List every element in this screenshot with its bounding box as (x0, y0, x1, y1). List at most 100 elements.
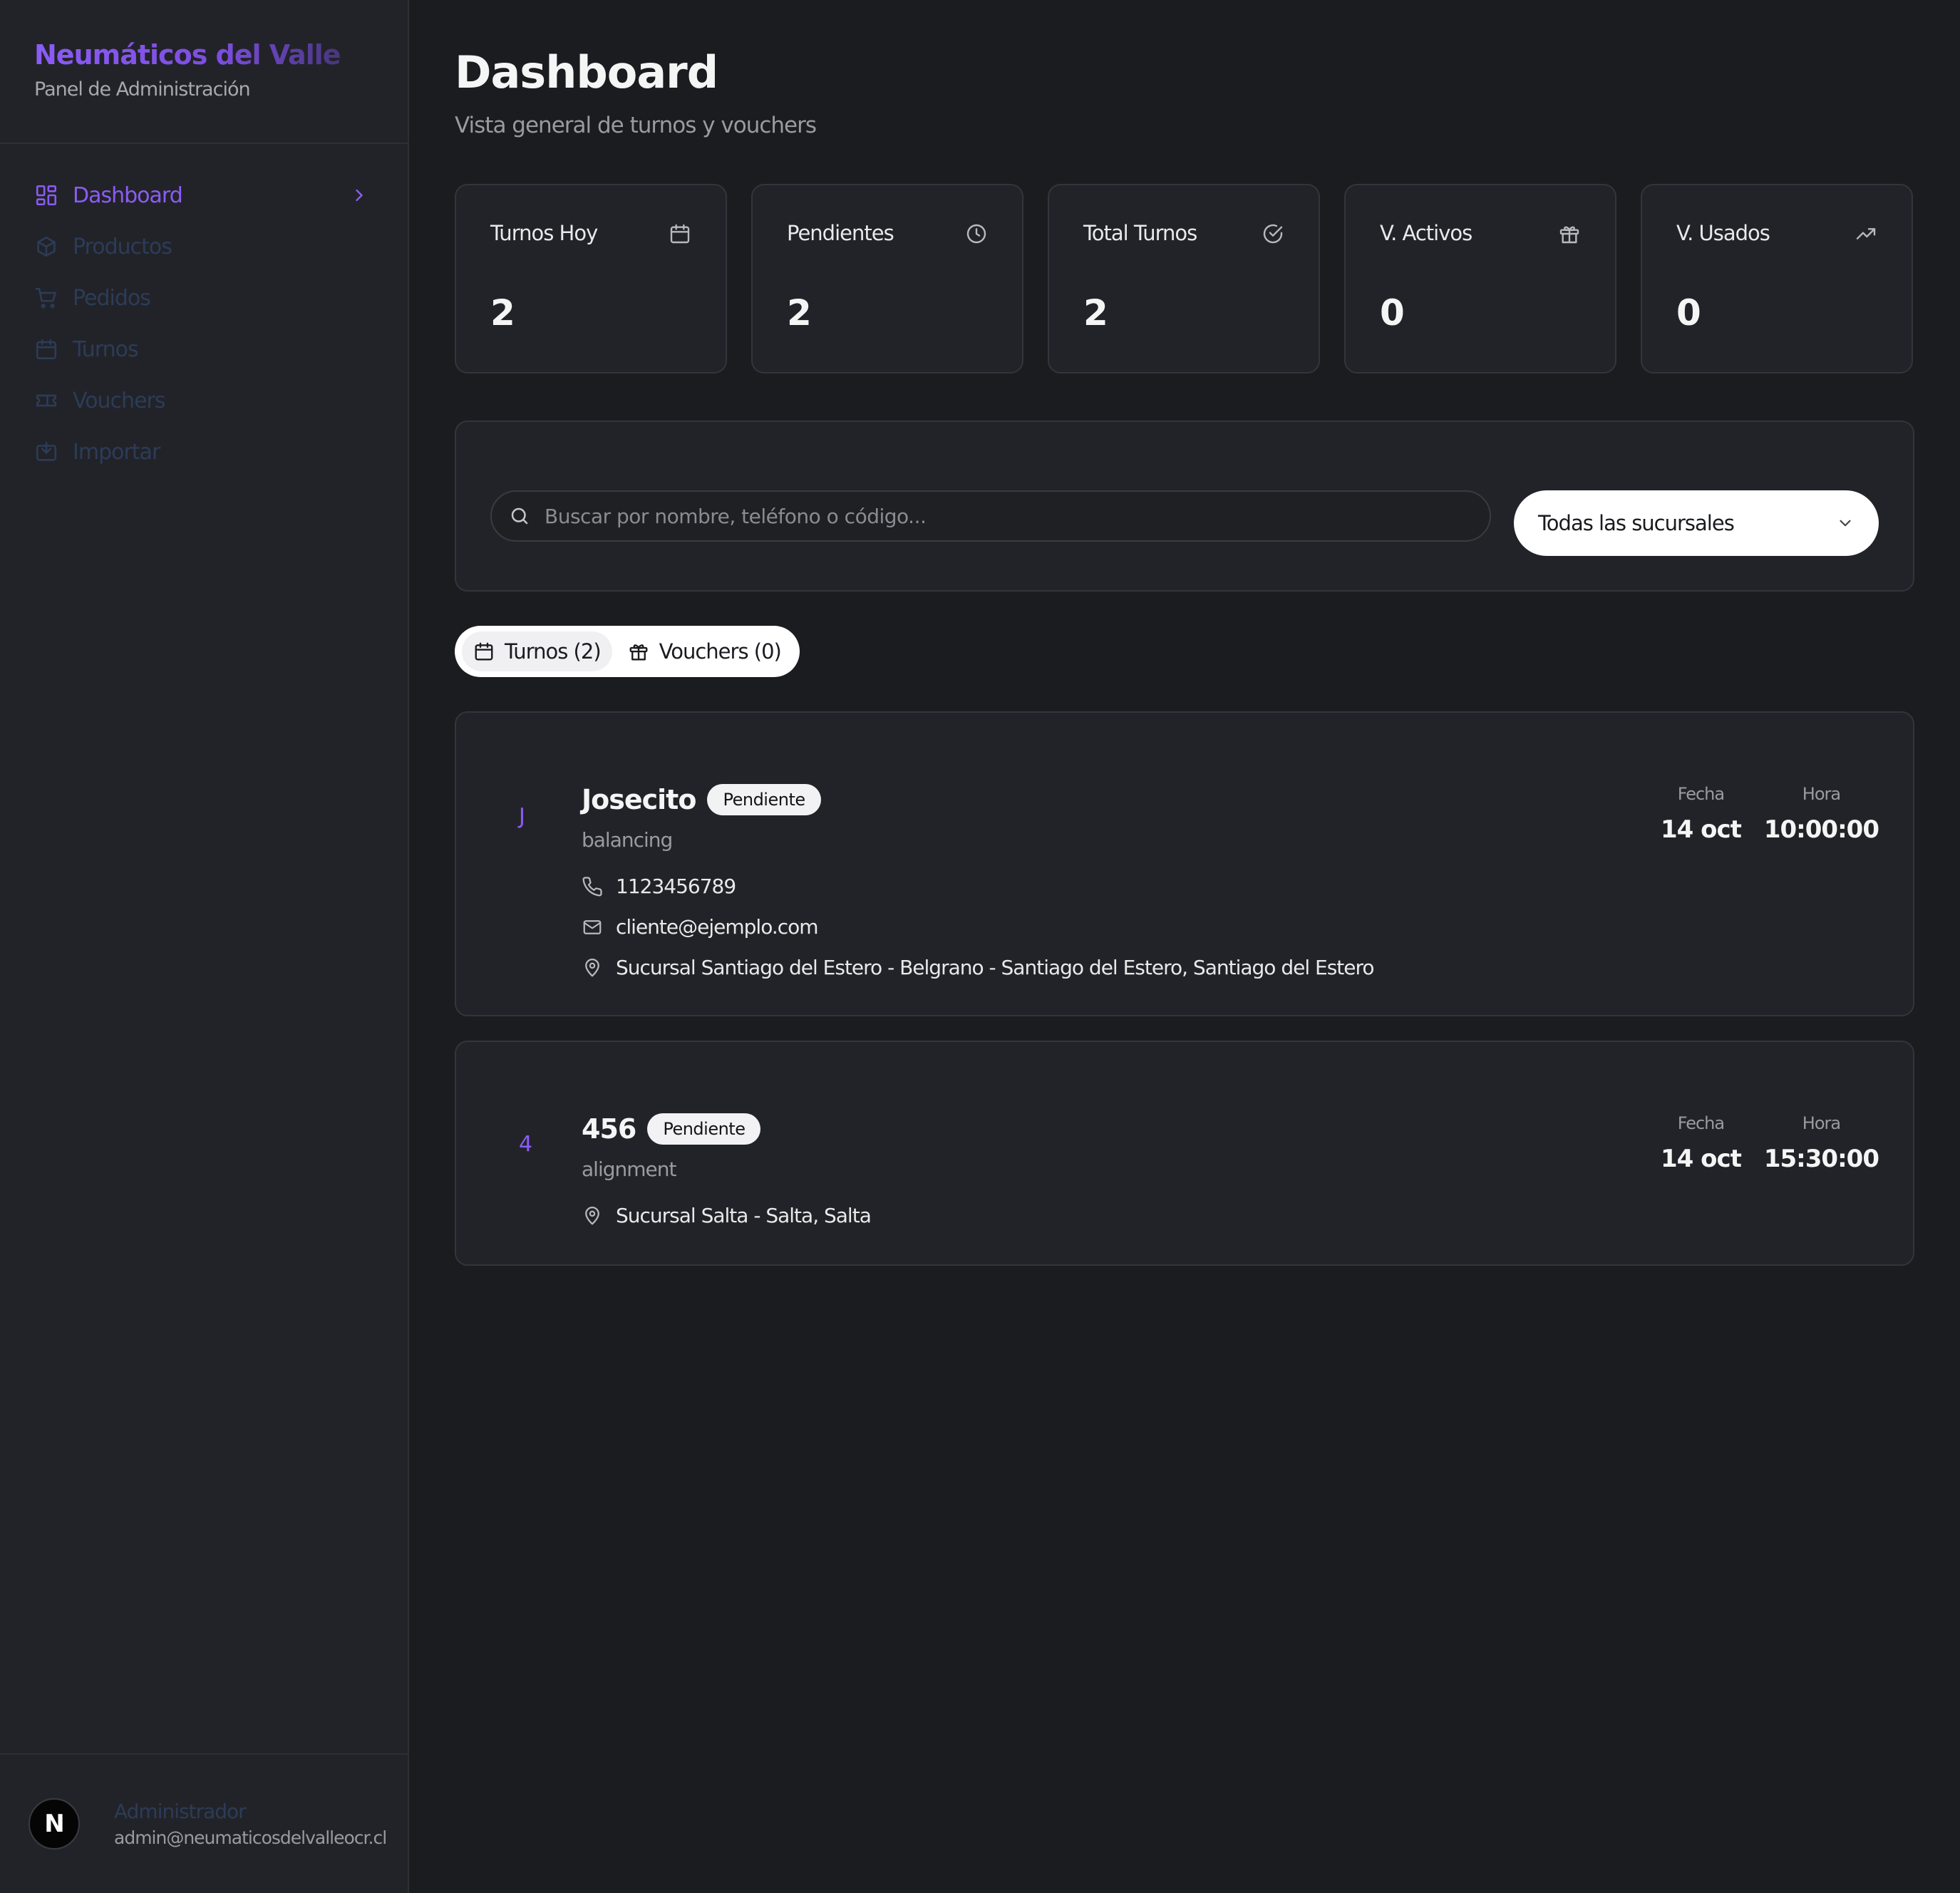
filter-panel: Todas las sucursales (455, 421, 1914, 592)
date-label: Fecha (1677, 1113, 1725, 1133)
sidebar-item-pedidos[interactable]: Pedidos (0, 272, 408, 324)
search-box[interactable] (490, 490, 1491, 542)
calendar-icon (34, 337, 58, 361)
branch-select[interactable]: Todas las sucursales (1514, 490, 1879, 556)
date-block: Fecha 14 oct (1660, 784, 1742, 844)
time-block: Hora 15:30:00 (1764, 1113, 1879, 1173)
stat-card-total-turnos: Total Turnos 2 (1048, 184, 1320, 373)
appointment-info: Josecito Pendiente balancing 1123456789 … (582, 784, 1375, 979)
search-input[interactable] (543, 503, 1490, 529)
phone-value: 1123456789 (616, 875, 736, 898)
appointment-info: 456 Pendiente alignment Sucursal Salta -… (582, 1113, 872, 1227)
sidebar-item-label: Importar (73, 439, 160, 465)
phone-icon (582, 876, 602, 896)
sidebar-item-label: Dashboard (73, 182, 183, 208)
sidebar-item-label: Pedidos (73, 285, 151, 311)
gift-icon (629, 644, 648, 661)
page-subtitle: Vista general de turnos y vouchers (455, 113, 817, 138)
sidebar: Neumáticos del Valle Panel de Administra… (0, 0, 409, 1893)
shopping-cart-icon (34, 286, 58, 310)
service-type: balancing (582, 828, 673, 852)
stat-card-turnos-hoy: Turnos Hoy 2 (455, 184, 727, 373)
status-badge: Pendiente (707, 784, 821, 815)
user-info: Administrador admin@neumaticosdelvalleoc… (114, 1800, 387, 1848)
import-icon (34, 440, 58, 464)
appointment-initial: 4 (519, 1132, 532, 1157)
service-type: alignment (582, 1157, 676, 1181)
stat-card-pendientes: Pendientes 2 (751, 184, 1023, 373)
sidebar-item-dashboard[interactable]: Dashboard (0, 170, 408, 221)
trending-up-icon (1855, 222, 1879, 247)
location-value: Sucursal Santiago del Estero - Belgrano … (616, 956, 1375, 979)
branch-select-value: Todas las sucursales (1538, 511, 1735, 535)
chevron-down-icon (1840, 520, 1851, 527)
main-content: Dashboard Vista general de turnos y vouc… (409, 0, 1960, 1893)
stat-value: 2 (490, 292, 515, 334)
location-row: Sucursal Salta - Salta, Salta (582, 1204, 872, 1227)
sidebar-item-importar[interactable]: Importar (0, 426, 408, 478)
clock-icon (965, 222, 989, 247)
stat-label: V. Activos (1380, 221, 1472, 245)
sidebar-item-label: Vouchers (73, 388, 165, 413)
user-name: Administrador (114, 1800, 247, 1823)
tab-vouchers[interactable]: Vouchers (0) (617, 631, 793, 671)
customer-name: Josecito (582, 784, 696, 815)
brand: Neumáticos del Valle Panel de Administra… (0, 0, 408, 144)
stat-value: 0 (1676, 292, 1701, 334)
stats-row: Turnos Hoy 2 Pendientes 2 Total Turnos 2 (455, 184, 1914, 373)
time-label: Hora (1802, 1113, 1841, 1133)
user-panel: N Administrador admin@neumaticosdelvalle… (0, 1753, 408, 1893)
date-block: Fecha 14 oct (1660, 1113, 1742, 1173)
tab-label: Vouchers (0) (659, 639, 782, 664)
appointment-header: 456 Pendiente (582, 1113, 871, 1145)
sidebar-nav: Dashboard Productos Pedidos Turnos Vouch… (0, 144, 408, 478)
map-pin-icon (585, 958, 599, 976)
phone-row: 1123456789 (582, 875, 1374, 898)
status-badge: Pendiente (647, 1113, 761, 1145)
email-value: cliente@ejemplo.com (616, 915, 819, 939)
view-tabs: Turnos (2) Vouchers (0) (455, 626, 800, 677)
appointment-card[interactable]: J Josecito Pendiente balancing 112345678… (455, 711, 1914, 1016)
check-circle-icon (1262, 222, 1286, 247)
appointment-when: Fecha 14 oct Hora 10:00:00 (1661, 784, 1879, 844)
sidebar-item-productos[interactable]: Productos (0, 221, 408, 272)
layout-dashboard-icon (34, 183, 58, 207)
date-label: Fecha (1677, 784, 1725, 804)
appointment-when: Fecha 14 oct Hora 15:30:00 (1661, 1113, 1879, 1173)
calendar-icon (475, 642, 493, 661)
chevron-right-icon (349, 185, 369, 205)
time-label: Hora (1802, 784, 1841, 804)
date-value: 14 oct (1660, 815, 1742, 844)
appointment-card[interactable]: 4 456 Pendiente alignment Sucursal Salta… (455, 1041, 1914, 1266)
stat-value: 2 (1083, 292, 1108, 334)
gift-icon (1558, 222, 1582, 247)
sidebar-item-vouchers[interactable]: Vouchers (0, 375, 408, 426)
location-row: Sucursal Santiago del Estero - Belgrano … (582, 956, 1375, 979)
search-icon (511, 507, 528, 525)
sidebar-item-label: Productos (73, 234, 172, 259)
stat-value: 2 (787, 292, 812, 334)
email-row: cliente@ejemplo.com (582, 915, 1374, 939)
customer-name: 456 (582, 1113, 636, 1145)
tab-turnos[interactable]: Turnos (2) (462, 631, 612, 671)
map-pin-icon (585, 1206, 599, 1224)
time-block: Hora 10:00:00 (1764, 784, 1879, 844)
user-email: admin@neumaticosdelvalleocr.cl (114, 1827, 387, 1848)
stat-label: Pendientes (787, 221, 894, 245)
brand-title[interactable]: Neumáticos del Valle (34, 37, 373, 73)
sidebar-item-turnos[interactable]: Turnos (0, 324, 408, 375)
location-value: Sucursal Salta - Salta, Salta (616, 1204, 872, 1227)
time-value: 15:30:00 (1763, 1145, 1879, 1173)
sidebar-item-label: Turnos (73, 336, 139, 362)
ticket-icon (34, 388, 58, 413)
avatar[interactable]: N (29, 1798, 80, 1850)
stat-label: Total Turnos (1083, 221, 1197, 245)
mail-icon (583, 919, 602, 934)
stat-card-vouchers-activos: V. Activos 0 (1344, 184, 1616, 373)
calendar-icon (669, 222, 693, 247)
brand-subtitle: Panel de Administración (34, 78, 251, 100)
date-value: 14 oct (1660, 1145, 1742, 1173)
page-title: Dashboard (455, 46, 718, 98)
stat-value: 0 (1380, 292, 1405, 334)
appointment-header: Josecito Pendiente (582, 784, 1374, 815)
